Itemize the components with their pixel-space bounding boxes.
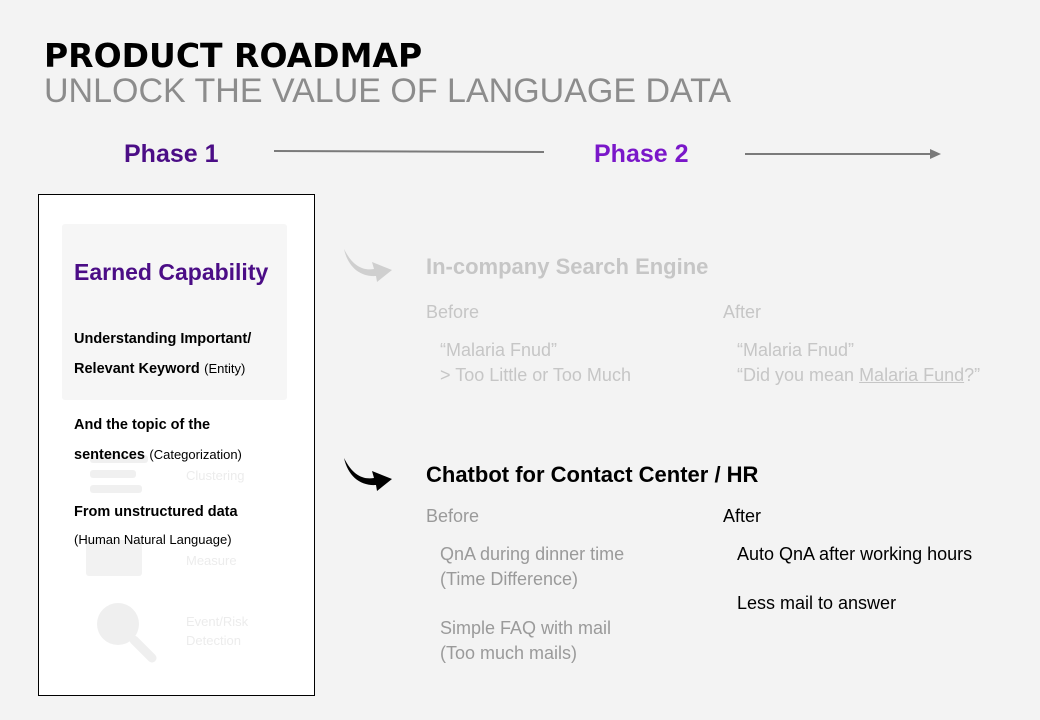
capability-item-1-line2: Relevant Keyword (Entity) xyxy=(74,360,245,378)
phase-2-label: Phase 2 xyxy=(594,140,689,168)
capability-item-1-keyword: Relevant Keyword xyxy=(74,361,200,377)
capability-item-2-line1: And the topic of the xyxy=(74,417,211,433)
chatbot-before-line-3: Simple FAQ with mail xyxy=(440,618,612,638)
detection-label: Detection xyxy=(186,633,241,648)
phase-1-label: Phase 1 xyxy=(124,140,219,168)
clustering-label: Clustering xyxy=(186,468,245,483)
search-engine-after-line-1: “Malaria Fnud” xyxy=(737,340,855,360)
measure-label: Measure xyxy=(186,553,237,568)
page-title: PRODUCT ROADMAP xyxy=(44,36,423,75)
search-engine-before-line-1: “Malaria Fnud” xyxy=(440,340,558,360)
capability-item-2-keyword: sentences xyxy=(74,447,145,463)
event-risk-label: Event/Risk xyxy=(186,614,249,629)
alert-search-icon xyxy=(97,603,157,663)
chatbot-after-line-2: Less mail to answer xyxy=(737,593,897,613)
clustering-bar-icon xyxy=(90,470,136,478)
search-engine-title: In-company Search Engine xyxy=(426,254,709,279)
clustering-bar-icon xyxy=(90,485,142,493)
capability-item-2-line2: sentences (Categorization) xyxy=(74,446,242,464)
capability-item-2-note: (Categorization) xyxy=(149,447,242,462)
suggestion-link[interactable]: Malaria Fund xyxy=(859,365,964,385)
capability-item-1-note: (Entity) xyxy=(204,361,246,376)
suggestion-suffix: ?” xyxy=(964,365,981,385)
page-subtitle: UNLOCK THE VALUE OF LANGUAGE DATA xyxy=(44,72,732,110)
capability-item-3-line1: From unstructured data xyxy=(74,504,238,520)
capability-title: Earned Capability xyxy=(74,259,269,285)
search-engine-before-line-2: > Too Little or Too Much xyxy=(440,365,631,385)
chatbot-after-line-1: Auto QnA after working hours xyxy=(737,544,973,564)
chatbot-before-line-2: (Time Difference) xyxy=(440,569,579,589)
chatbot-title: Chatbot for Contact Center / HR xyxy=(426,462,759,487)
phase-2-timeline-arrow xyxy=(745,149,941,159)
suggestion-prefix: “Did you mean xyxy=(737,365,860,385)
phase-1-timeline-line xyxy=(273,150,545,153)
chatbot-before-line-4: (Too much mails) xyxy=(440,643,578,663)
search-engine-after-label: After xyxy=(723,302,762,322)
search-engine-before-label: Before xyxy=(426,302,480,322)
search-engine-after-line-2: “Did you mean Malaria Fund?” xyxy=(737,363,980,388)
curved-arrow-icon xyxy=(344,249,392,282)
capability-item-1-line1: Understanding Important/ xyxy=(74,331,252,347)
chatbot-after-label: After xyxy=(723,506,762,526)
chatbot-before-label: Before xyxy=(426,506,480,526)
chatbot-before-line-1: QnA during dinner time xyxy=(440,544,625,564)
capability-item-3-note: (Human Natural Language) xyxy=(74,532,232,547)
curved-arrow-icon xyxy=(344,458,392,491)
